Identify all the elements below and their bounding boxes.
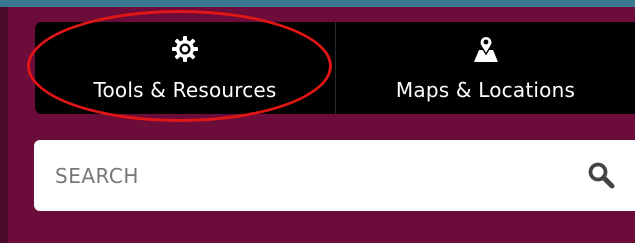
tools-resources-label: Tools & Resources [93,78,277,102]
search-input[interactable] [55,155,555,196]
search-icon[interactable] [587,161,615,189]
search-bar [34,140,635,211]
tools-resources-button[interactable]: Tools & Resources [35,22,335,114]
quick-nav-bar: Tools & Resources Maps & Locations [35,22,635,114]
maps-locations-button[interactable]: Maps & Locations [336,22,635,114]
gear-icon [172,35,198,63]
maps-locations-label: Maps & Locations [395,78,576,102]
left-edge-shadow [0,7,8,243]
top-accent-bar [0,0,635,7]
map-pin-icon [473,35,499,63]
